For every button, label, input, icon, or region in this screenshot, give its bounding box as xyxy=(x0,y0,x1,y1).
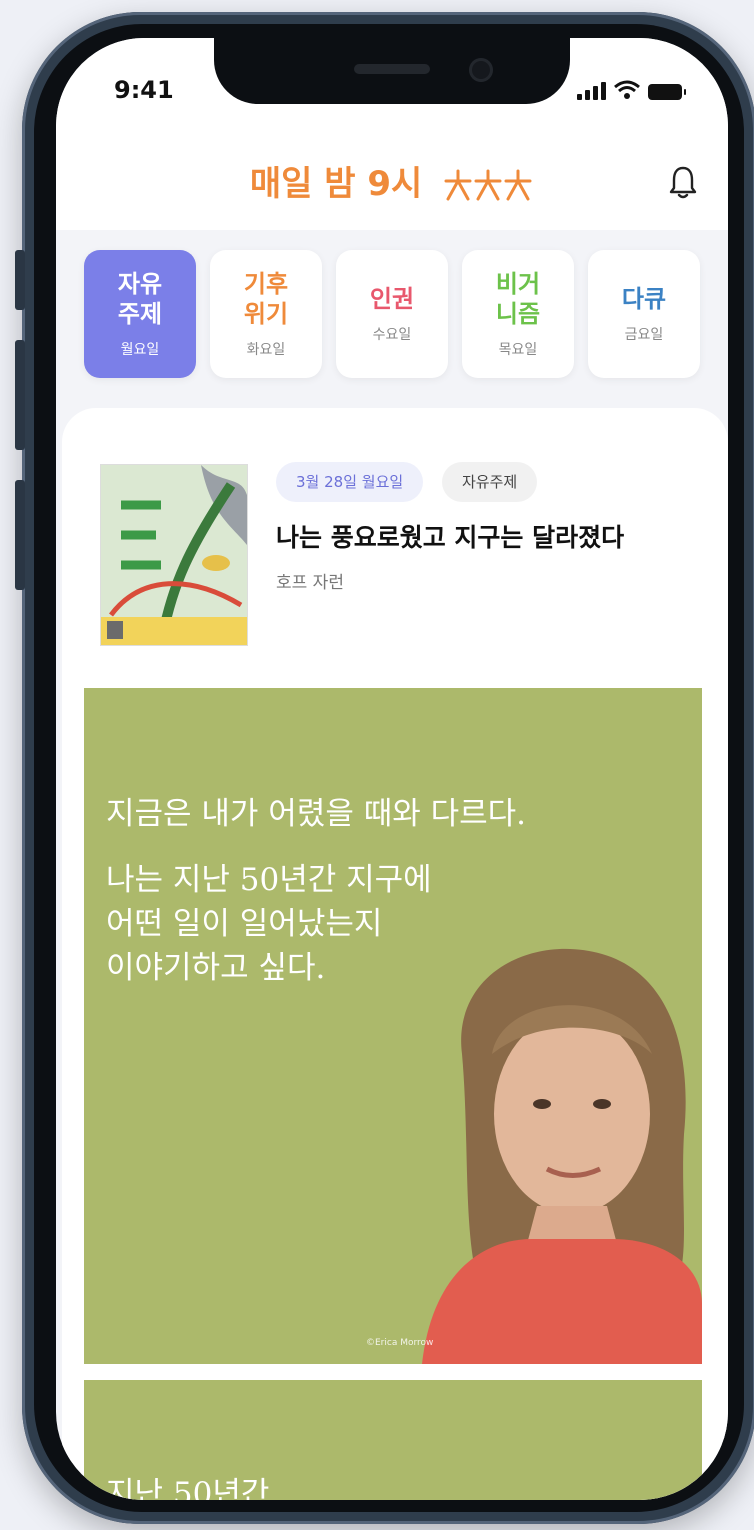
tab-label: 자유 주제 xyxy=(117,270,163,328)
tab-label: 다큐 xyxy=(621,285,667,313)
app-header: 매일 밤 9시 xyxy=(56,148,728,230)
day-tabs: 자유 주제 월요일 기후 위기 화요일 인권 수요일 비거 니즘 목요일 다큐 … xyxy=(84,250,724,380)
mute-switch xyxy=(15,250,25,310)
app-title: 매일 밤 9시 xyxy=(56,156,728,205)
photo-credit: ©Erica Morrow xyxy=(366,1338,434,1348)
book-cover-image[interactable] xyxy=(100,464,248,646)
speaker xyxy=(354,64,430,74)
phone-screen: 9:41 매일 밤 9시 자유 주제 월요일 기후 위기 화요일 인권 수요일 … xyxy=(56,38,728,1500)
book-title[interactable]: 나는 풍요로웠고 지구는 달라졌다 xyxy=(276,518,624,554)
tab-label: 기후 위기 xyxy=(243,270,289,328)
wifi-icon xyxy=(614,80,640,99)
notch xyxy=(214,38,570,104)
author-portrait-image xyxy=(422,948,702,1364)
tab-day: 목요일 xyxy=(498,342,538,358)
tab-day: 수요일 xyxy=(372,327,412,343)
book-author: 호프 자런 xyxy=(276,573,344,593)
date-badge: 3월 28일 월요일 xyxy=(276,462,424,502)
status-icons xyxy=(577,80,686,100)
battery-icon xyxy=(648,84,686,100)
tab-label: 인권 xyxy=(369,285,415,313)
signal-icon xyxy=(577,80,606,100)
app-title-text: 매일 밤 9시 xyxy=(249,164,423,204)
quote-line-1: 지금은 내가 어렸을 때와 다르다. xyxy=(106,796,527,832)
tab-label: 비거 니즘 xyxy=(495,270,541,328)
volume-down-button xyxy=(15,480,25,590)
bell-icon[interactable] xyxy=(668,164,698,200)
tab-day: 월요일 xyxy=(120,342,160,358)
tab-thursday[interactable]: 비거 니즘 목요일 xyxy=(462,250,574,378)
tab-day: 화요일 xyxy=(246,342,286,358)
stars-logo-icon xyxy=(444,169,532,200)
topic-badge: 자유주제 xyxy=(442,462,538,502)
book-cover-art xyxy=(101,465,247,645)
tab-wednesday[interactable]: 인권 수요일 xyxy=(336,250,448,378)
tab-tuesday[interactable]: 기후 위기 화요일 xyxy=(210,250,322,378)
tab-friday[interactable]: 다큐 금요일 xyxy=(588,250,700,378)
second-banner[interactable]: 지난 50년간 xyxy=(84,1380,702,1500)
volume-up-button xyxy=(15,340,25,450)
tab-monday[interactable]: 자유 주제 월요일 xyxy=(84,250,196,378)
status-time: 9:41 xyxy=(114,76,174,104)
tab-day: 금요일 xyxy=(624,327,664,343)
front-camera xyxy=(469,58,493,82)
quote-banner[interactable]: 지금은 내가 어렸을 때와 다르다. 나는 지난 50년간 지구에 어떤 일이 … xyxy=(84,688,702,1364)
content-card: 3월 28일 월요일 자유주제 나는 풍요로웠고 지구는 달라졌다 호프 자런 … xyxy=(62,408,728,1500)
second-banner-text: 지난 50년간 xyxy=(106,1476,270,1500)
